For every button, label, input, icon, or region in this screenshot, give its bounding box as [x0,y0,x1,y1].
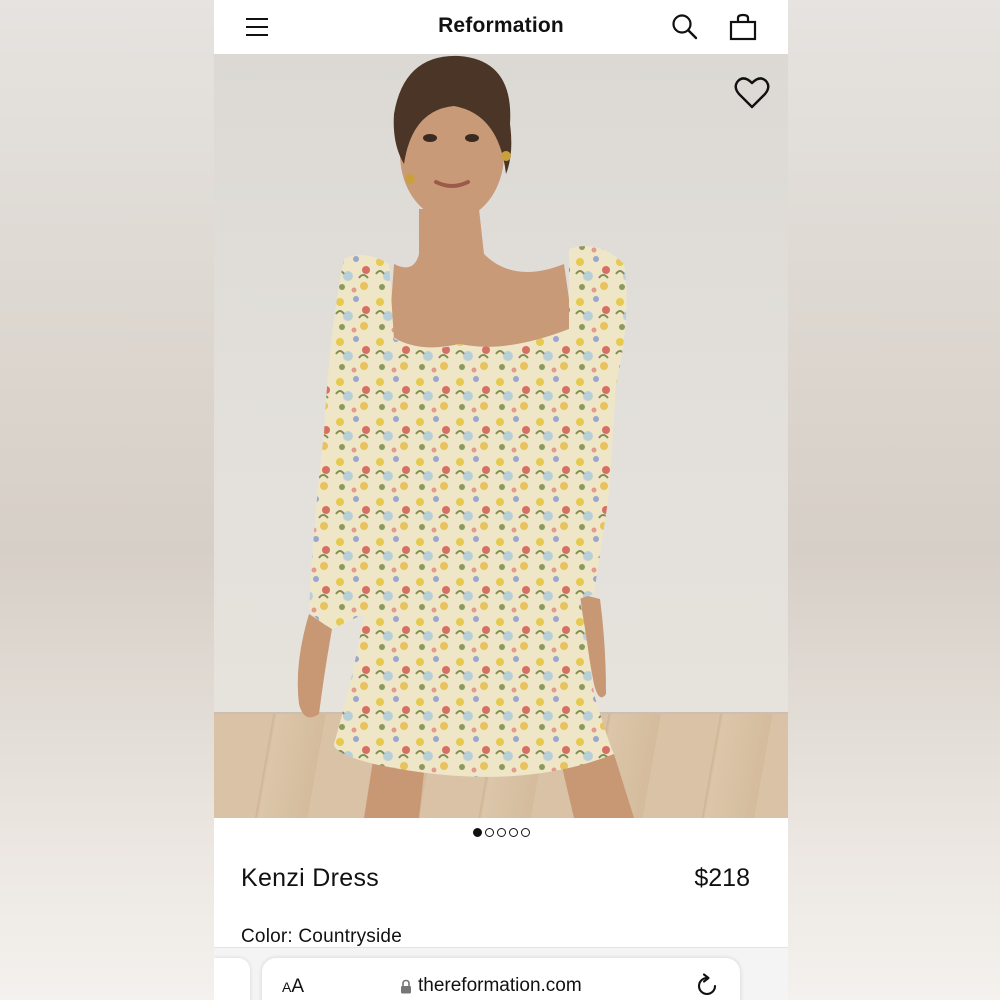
product-name: Kenzi Dress [241,864,380,892]
brand-logo[interactable]: Reformation [214,14,788,38]
product-image[interactable] [214,54,788,818]
carousel-dot-5[interactable] [520,828,530,837]
shopping-bag-icon[interactable] [728,12,758,42]
carousel-dot-1[interactable] [472,828,482,837]
color-value: Countryside [298,926,402,947]
product-color: Color: Countryside [241,926,402,948]
address-bar[interactable]: AA thereformation.com [262,958,740,1000]
heart-icon[interactable] [734,76,770,110]
text-size-large-a: A [291,976,305,997]
image-carousel-dots [214,828,788,842]
backdrop-right [788,0,1000,1000]
url-display[interactable]: thereformation.com [400,975,582,997]
product-price: $218 [694,864,750,892]
backdrop-left [0,0,214,1000]
search-icon[interactable] [670,12,700,42]
color-label: Color: [241,926,293,947]
browser-toolbar: AA thereformation.com [214,947,788,1000]
carousel-dot-3[interactable] [496,828,506,837]
lock-icon [401,979,411,993]
site-header: Reformation [214,0,788,55]
text-size-button[interactable]: AA [282,976,304,998]
text-size-small-a: A [282,979,292,995]
carousel-dot-4[interactable] [508,828,518,837]
previous-tab-preview[interactable] [214,958,250,1000]
phone-screen: Reformation Kenzi Dress $218 Color: Coun… [214,0,788,1000]
carousel-dot-2[interactable] [484,828,494,837]
model-figure [297,55,634,818]
url-text[interactable]: thereformation.com [418,975,582,997]
reload-icon[interactable] [694,973,720,999]
